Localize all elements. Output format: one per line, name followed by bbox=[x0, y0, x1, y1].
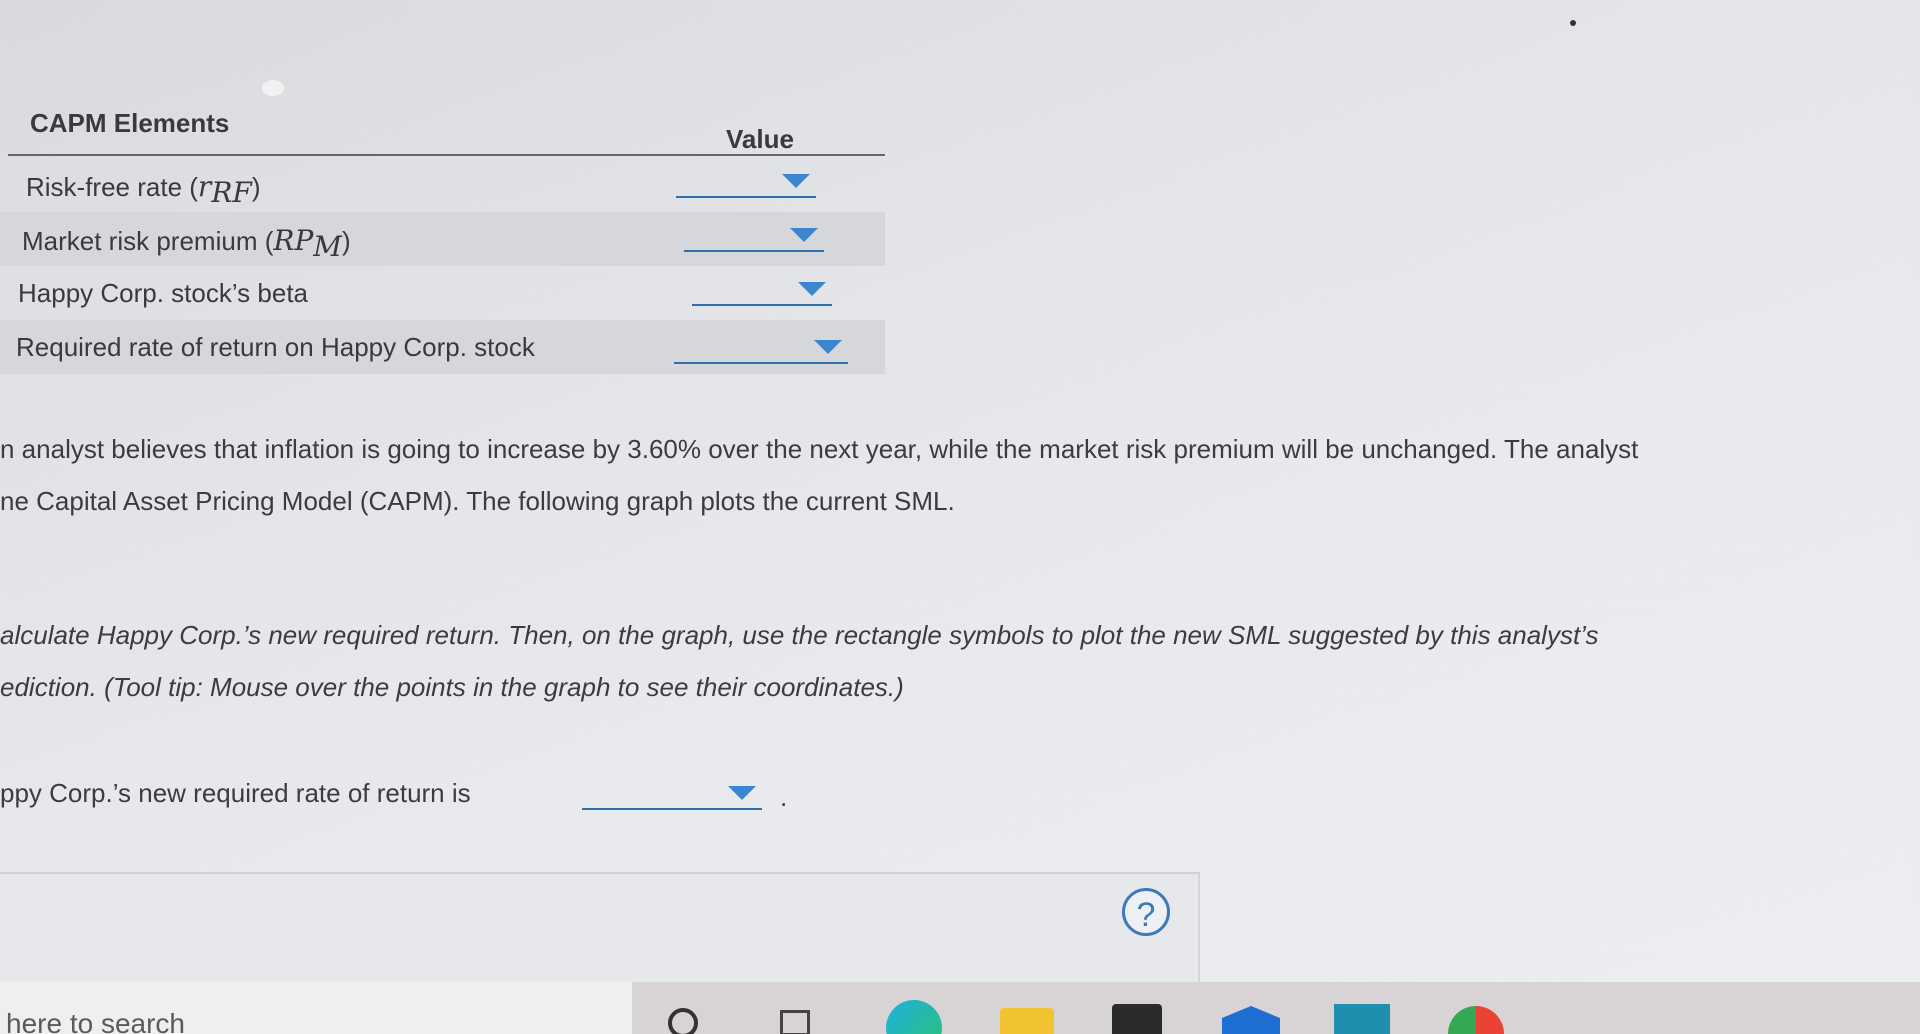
chevron-down-icon bbox=[814, 340, 842, 354]
chevron-down-icon bbox=[798, 282, 826, 296]
help-icon[interactable]: ? bbox=[1122, 888, 1170, 936]
new-required-return-dropdown[interactable] bbox=[582, 778, 762, 810]
new-required-return-sentence: ppy Corp.’s new required rate of return … bbox=[0, 778, 471, 809]
market-risk-premium-label: Market risk premium (RPM) bbox=[22, 224, 351, 264]
taskbar: here to search bbox=[0, 982, 1920, 1034]
row-market-risk-premium: Market risk premium (RPM) bbox=[0, 212, 885, 266]
instruction-line1: alculate Happy Corp.’s new required retu… bbox=[0, 620, 1599, 650]
cortana-icon[interactable] bbox=[668, 1008, 698, 1034]
required-return-label: Required rate of return on Happy Corp. s… bbox=[16, 332, 535, 362]
beta-dropdown[interactable] bbox=[692, 274, 832, 306]
app-icon[interactable] bbox=[1334, 1004, 1390, 1034]
beta-label: Happy Corp. stock’s beta bbox=[18, 278, 308, 308]
required-return-dropdown[interactable] bbox=[674, 332, 848, 364]
instruction-line2: ediction. (Tool tip: Mouse over the poin… bbox=[0, 672, 904, 702]
chevron-down-icon bbox=[790, 228, 818, 242]
sentence-period: . bbox=[780, 782, 788, 812]
row-beta: Happy Corp. stock’s beta bbox=[0, 266, 885, 320]
row-risk-free-rate: Risk-free rate (rRF) bbox=[0, 158, 885, 212]
header-capm-elements: CAPM Elements bbox=[30, 108, 230, 138]
header-value: Value bbox=[726, 124, 794, 154]
chrome-icon[interactable] bbox=[1448, 1006, 1504, 1034]
row-required-return: Required rate of return on Happy Corp. s… bbox=[0, 320, 885, 374]
decorative-dot bbox=[262, 80, 284, 96]
risk-free-rate-dropdown[interactable] bbox=[676, 166, 816, 198]
file-explorer-icon[interactable] bbox=[1000, 1008, 1054, 1034]
decorative-speck bbox=[1570, 20, 1576, 26]
task-view-icon[interactable] bbox=[780, 1010, 810, 1034]
chevron-down-icon bbox=[782, 174, 810, 188]
taskbar-search-box[interactable]: here to search bbox=[0, 982, 632, 1034]
header-divider bbox=[8, 154, 885, 156]
chevron-down-icon bbox=[728, 786, 756, 800]
analyst-paragraph-line1: n analyst believes that inflation is goi… bbox=[0, 434, 1639, 464]
search-placeholder: here to search bbox=[6, 1008, 185, 1034]
store-icon[interactable] bbox=[1112, 1004, 1162, 1034]
market-risk-premium-dropdown[interactable] bbox=[684, 220, 824, 252]
new-required-return-label: ppy Corp.’s new required rate of return … bbox=[0, 778, 471, 808]
edge-icon[interactable] bbox=[886, 1000, 942, 1034]
graph-panel bbox=[0, 872, 1200, 984]
risk-free-rate-label: Risk-free rate (rRF) bbox=[26, 170, 261, 210]
analyst-paragraph-line2: ne Capital Asset Pricing Model (CAPM). T… bbox=[0, 486, 955, 516]
mail-icon[interactable] bbox=[1222, 1006, 1280, 1034]
